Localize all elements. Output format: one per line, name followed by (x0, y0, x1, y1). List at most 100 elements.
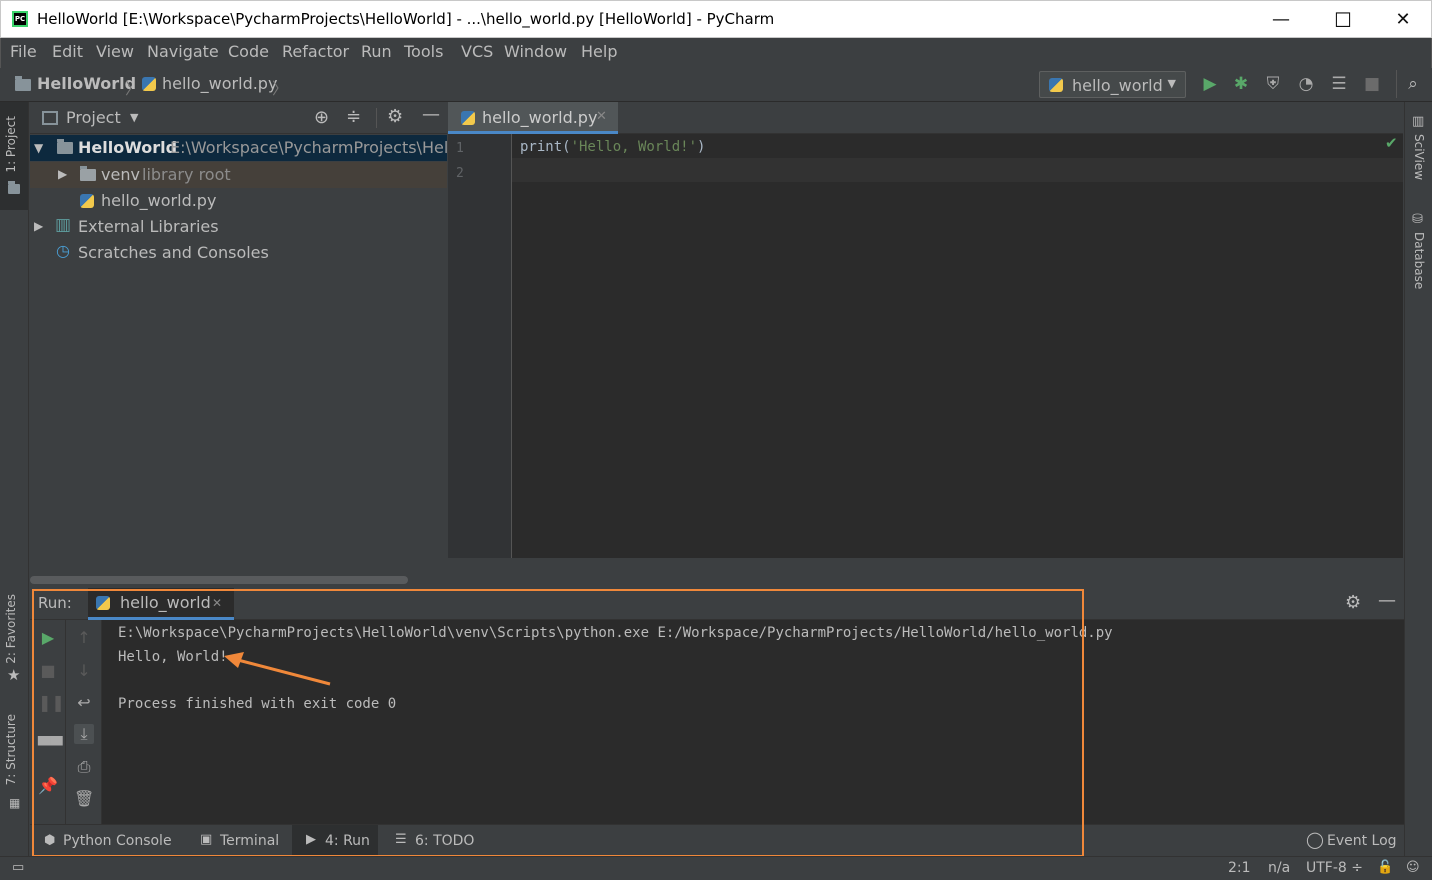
tab-structure[interactable]: 7: Structure (4, 714, 18, 785)
tab-database[interactable]: Database (1412, 232, 1426, 289)
tree-item-venv[interactable]: ▶ venv library root (30, 162, 447, 188)
close-button[interactable]: ✕ (1380, 3, 1426, 37)
stop-icon[interactable]: ■ (1362, 74, 1382, 94)
tab-favorites[interactable]: 2: Favorites (4, 594, 18, 664)
code-line-1[interactable]: print('Hello, World!') (520, 139, 705, 155)
pause-icon[interactable]: ❚❚ (38, 693, 65, 713)
encoding-status[interactable]: UTF-8 ÷ (1306, 860, 1363, 876)
editor-area: hello_world.py ✕ 1 2 print('Hello, World… (448, 102, 1403, 558)
gear-icon[interactable]: ⚙ (387, 106, 403, 127)
tab-terminal[interactable]: Terminal (220, 833, 279, 849)
stop-icon[interactable]: ■ (38, 661, 58, 681)
debug-icon[interactable]: ✱ (1231, 74, 1251, 94)
python-icon (96, 596, 110, 610)
project-panel-title[interactable]: Project (66, 108, 121, 127)
project-panel: Project ▼ ⊕ ≑ ⚙ — ▼ HelloWorld E:\Worksp… (30, 102, 447, 588)
chevron-down-icon[interactable]: ▼ (130, 111, 138, 124)
breadcrumb-project[interactable]: HelloWorld (37, 74, 136, 93)
inspector-icon[interactable]: ☺ (1406, 860, 1420, 875)
hide-panel-icon[interactable]: — (422, 104, 440, 125)
tab-python-console[interactable]: Python Console (63, 833, 172, 849)
caret-position[interactable]: 2:1 (1228, 860, 1251, 876)
tree-item-scratches[interactable]: ◷ Scratches and Consoles (30, 240, 447, 266)
line-separator-status[interactable]: n/a (1268, 860, 1290, 876)
chevron-right-icon[interactable]: ▶ (34, 219, 43, 233)
folder-icon (15, 76, 31, 91)
restore-layout-icon[interactable]: ▀▀ (38, 736, 63, 756)
chevron-down-icon[interactable]: ▼ (34, 141, 43, 155)
database-icon: ⛁ (1412, 212, 1423, 227)
profile-icon[interactable]: ◔ (1296, 74, 1316, 94)
run-tab-hello-world[interactable]: hello_world ✕ (88, 588, 234, 620)
print-icon[interactable]: ⎙ (74, 757, 94, 777)
run-tab-label: hello_world (120, 593, 211, 612)
tab-project[interactable]: 1: Project (4, 116, 18, 173)
menu-refactor[interactable]: Refactor (282, 42, 349, 61)
rerun-icon[interactable]: ▶ (38, 628, 58, 648)
project-panel-header: Project ▼ ⊕ ≑ ⚙ — (30, 102, 447, 134)
arrow-down-icon[interactable]: ↓ (74, 661, 94, 681)
editor-tab-hello-world[interactable]: hello_world.py ✕ (448, 102, 618, 134)
tab-todo[interactable]: 6: TODO (415, 833, 474, 849)
gear-icon[interactable]: ⚙ (1345, 592, 1361, 613)
run-panel-header: Run: hello_world ✕ ⚙ — (30, 588, 1404, 620)
run-configuration-dropdown[interactable]: hello_world ▼ (1039, 71, 1186, 98)
menu-navigate[interactable]: Navigate (147, 42, 219, 61)
menu-tools[interactable]: Tools (404, 42, 443, 61)
tab-sciview[interactable]: SciView (1412, 134, 1426, 180)
scroll-to-end-icon[interactable]: ⤓ (74, 724, 94, 744)
menu-help[interactable]: Help (581, 42, 617, 61)
menu-vcs[interactable]: VCS (461, 42, 493, 61)
horizontal-scrollbar[interactable] (30, 576, 408, 584)
tree-item-external-libraries[interactable]: ▶ ▥ External Libraries (30, 214, 447, 240)
libraries-icon: ▥ (55, 215, 72, 235)
left-tool-strip: 1: Project 2: Favorites ★ 7: Structure ▦ (0, 102, 29, 856)
menu-edit[interactable]: Edit (52, 42, 83, 61)
tab-event-log[interactable]: Event Log (1327, 833, 1397, 849)
python-console-icon: ⬢ (44, 833, 56, 848)
line-gutter: 1 2 (448, 134, 512, 558)
right-tool-strip: ▥ SciView ⛁ Database (1404, 102, 1432, 856)
breadcrumb-file[interactable]: hello_world.py (162, 74, 277, 93)
library-folder-icon (80, 166, 96, 181)
run-toolbar-secondary: ↑ ↓ ↩ ⤓ ⎙ 🗑 (66, 620, 102, 824)
close-tab-icon[interactable]: ✕ (212, 596, 222, 610)
pycharm-app-icon: PC (12, 11, 28, 27)
star-icon: ★ (7, 666, 21, 684)
pin-icon[interactable]: 📌 (38, 776, 58, 796)
trash-icon[interactable]: 🗑 (74, 789, 94, 809)
menu-view[interactable]: View (96, 42, 134, 61)
chevron-right-icon[interactable]: ▶ (58, 167, 67, 181)
tab-run[interactable]: 4: Run (325, 833, 370, 849)
code-func: print( (520, 139, 571, 155)
todo-icon: ☰ (395, 832, 407, 847)
annotation-arrow (224, 652, 331, 686)
search-icon[interactable]: ⌕ (1403, 74, 1423, 94)
menu-code[interactable]: Code (228, 42, 269, 61)
toggle-tool-windows-icon[interactable]: ▭ (12, 860, 24, 875)
tree-item-hello-world-py[interactable]: hello_world.py (30, 188, 447, 214)
status-bar: ▭ 2:1 n/a UTF-8 ÷ 🔓 ☺ (0, 856, 1432, 880)
lock-icon[interactable]: 🔓 (1377, 860, 1393, 875)
hide-panel-icon[interactable]: — (1378, 590, 1396, 611)
concurrency-icon[interactable]: ☰ (1329, 74, 1349, 94)
arrow-up-icon[interactable]: ↑ (74, 628, 94, 648)
tree-item-label: Scratches and Consoles (78, 243, 269, 262)
run-icon[interactable]: ▶ (1200, 74, 1220, 94)
locate-icon[interactable]: ⊕ (314, 107, 329, 128)
current-line-highlight (512, 158, 1403, 182)
toolbar-divider (1396, 70, 1397, 98)
python-icon (1049, 78, 1063, 92)
collapse-all-icon[interactable]: ≑ (346, 106, 361, 127)
menu-run[interactable]: Run (361, 42, 392, 61)
menu-file[interactable]: File (10, 42, 37, 61)
close-tab-icon[interactable]: ✕ (596, 109, 607, 124)
menu-window[interactable]: Window (504, 42, 567, 61)
coverage-icon[interactable]: ⛨ (1263, 74, 1283, 94)
python-file-icon (461, 111, 475, 125)
maximize-button[interactable]: ☐ (1320, 3, 1366, 37)
tree-item-helloworld[interactable]: ▼ HelloWorld E:\Workspace\PycharmProject… (30, 135, 447, 161)
soft-wrap-icon[interactable]: ↩ (74, 693, 94, 713)
chevron-down-icon: ▼ (1167, 77, 1176, 90)
minimize-button[interactable]: — (1258, 3, 1304, 37)
